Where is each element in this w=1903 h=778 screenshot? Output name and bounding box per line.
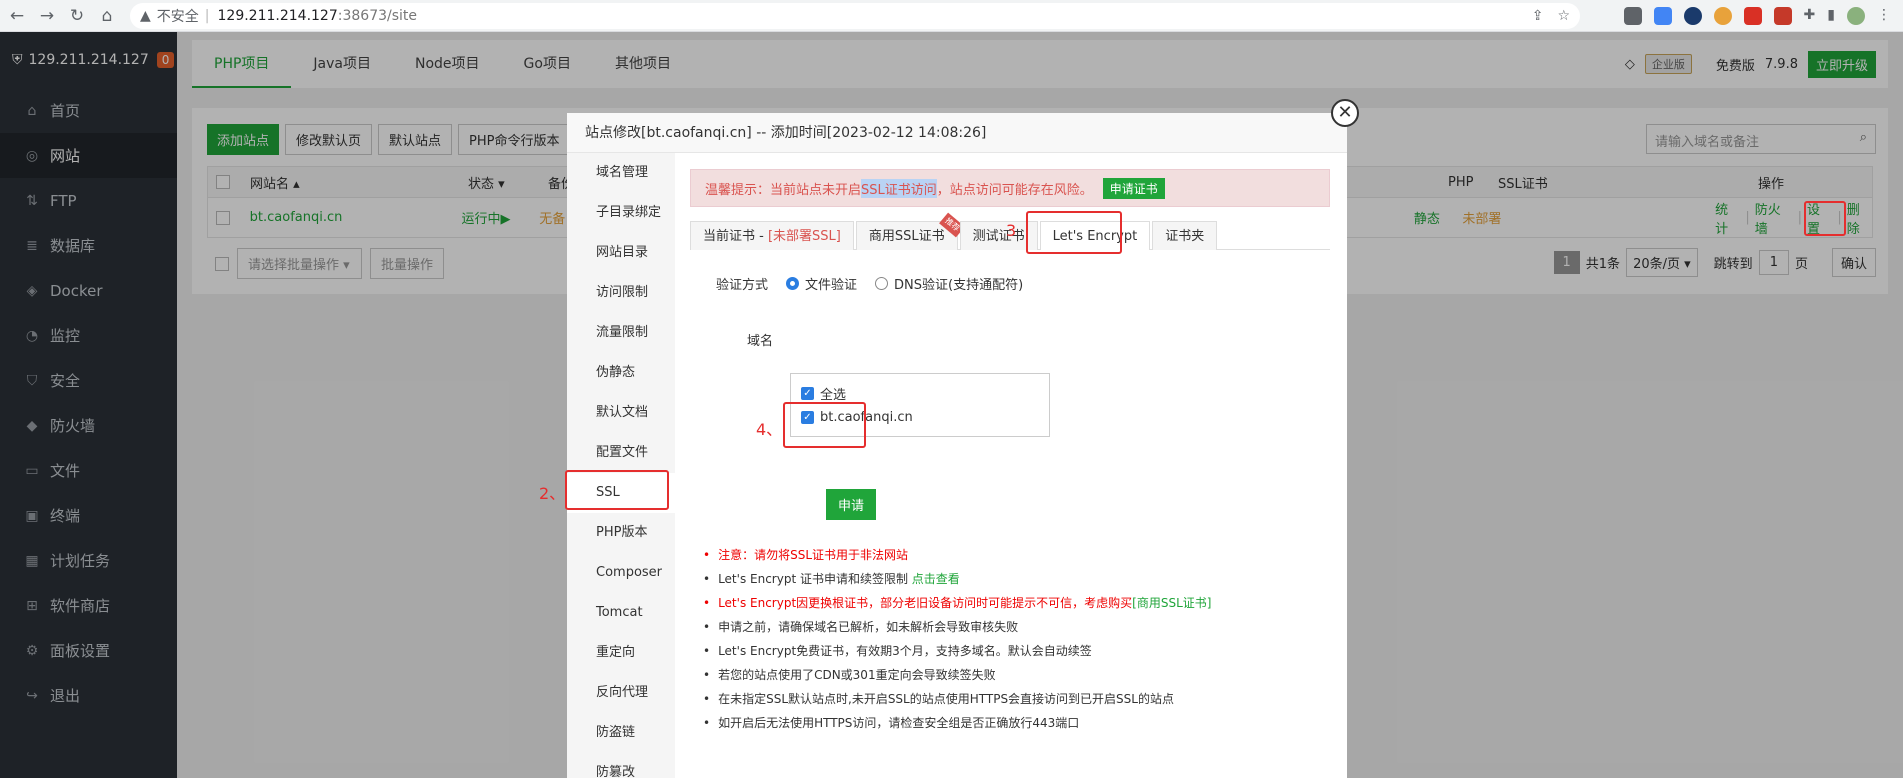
modal-nav-item[interactable]: 访问限制 [567, 273, 675, 313]
modal-nav-item[interactable]: 重定向 [567, 633, 675, 673]
home-browser-icon[interactable]: ⌂ [94, 3, 120, 29]
radio-file-verify[interactable] [786, 277, 799, 290]
divider: | [204, 7, 210, 24]
note-item: 在未指定SSL默认站点时,未开启SSL的站点使用HTTPS会直接访问到已开启SS… [703, 687, 1211, 711]
red-extension-icon[interactable] [1743, 6, 1762, 25]
apply-button[interactable]: 申请 [826, 489, 877, 520]
back-icon[interactable]: ← [4, 3, 30, 29]
dns-verify-label[interactable]: DNS验证(支持通配符) [894, 274, 1023, 293]
modal-nav-item[interactable]: 流量限制 [567, 313, 675, 353]
annotation-step4: 4、 [756, 420, 783, 439]
forward-icon[interactable]: → [34, 3, 60, 29]
url-host: 129.211.214.127 [217, 7, 338, 24]
address-bar[interactable]: ▲ 不安全 | 129.211.214.127 :38673/site ⇪ ☆ [130, 2, 1580, 29]
view-limits-link[interactable]: 点击查看 [912, 572, 960, 586]
sidepanel-icon[interactable]: ▮ [1827, 7, 1835, 25]
notes-list: 注意：请勿将SSL证书用于非法网站 Let's Encrypt 证书申请和续签限… [703, 543, 1211, 735]
modal-nav-item[interactable]: 配置文件 [567, 433, 675, 473]
security-label: 不安全 [156, 8, 199, 25]
tab-cert-folder[interactable]: 证书夹 [1152, 221, 1218, 250]
annotation-step2: 2、 [539, 484, 566, 503]
apply-cert-button[interactable]: 申请证书 [1102, 177, 1165, 199]
cookie-icon[interactable] [1713, 6, 1732, 25]
modal-nav-item[interactable]: Tomcat [567, 593, 675, 633]
note-item: Let's Encrypt因更换根证书，部分老旧设备访问时可能提示不可信，考虑购… [703, 591, 1211, 615]
menu-icon[interactable]: ⋮ [1877, 7, 1891, 25]
alert-text-prefix: 温馨提示：当前站点未开启 [705, 182, 862, 198]
tab-current-cert[interactable]: 当前证书 - [未部署SSL] [690, 221, 854, 250]
note-item: 申请之前，请确保域名已解析，如未解析会导致审核失败 [703, 615, 1211, 639]
note-item: 若您的站点使用了CDN或301重定向会导致续签失败 [703, 663, 1211, 687]
ssl-panel: 温馨提示：当前站点未开启 SSL证书访问 ，站点访问可能存在风险。 申请证书 当前证… [675, 153, 1347, 778]
modal-nav-item[interactable]: 反向代理 [567, 673, 675, 713]
verify-row: 验证方式 文件验证 DNS验证(支持通配符) [716, 274, 1023, 293]
fe-extension-icon[interactable] [1773, 6, 1792, 25]
puzzle-icon[interactable]: ✚ [1804, 7, 1816, 25]
reload-icon[interactable]: ↻ [64, 3, 90, 29]
warning-icon: ▲ [140, 7, 151, 24]
annotation-box-apply [783, 402, 866, 448]
site-edit-modal: 站点修改[bt.caofanqi.cn] -- 添加时间[2023-02-12 … [567, 113, 1347, 778]
buy-ssl-link[interactable]: [商用SSL证书] [1132, 596, 1211, 610]
note-item: 注意：请勿将SSL证书用于非法网站 [703, 543, 1211, 567]
verify-label: 验证方式 [716, 278, 769, 293]
select-all-domain-checkbox[interactable]: ✓ [801, 387, 814, 400]
extension-icon[interactable] [1623, 6, 1642, 25]
check-extension-icon[interactable] [1683, 6, 1702, 25]
radio-dns-verify[interactable] [875, 277, 889, 290]
modal-title: 站点修改[bt.caofanqi.cn] -- 添加时间[2023-02-12 … [567, 113, 1347, 153]
modal-nav-item[interactable]: 子目录绑定 [567, 193, 675, 233]
file-verify-label[interactable]: 文件验证 [805, 274, 857, 293]
annotation-box-letsencrypt [1026, 211, 1122, 254]
modal-nav-item[interactable]: 域名管理 [567, 153, 675, 193]
alert-text-suffix: ，站点访问可能存在风险。 [936, 182, 1093, 198]
modal-nav-item[interactable]: 伪静态 [567, 353, 675, 393]
url-path: :38673/site [337, 7, 418, 24]
modal-nav-item[interactable]: 防盗链 [567, 713, 675, 753]
note-item: 如开启后无法使用HTTPS访问，请检查安全组是否正确放行443端口 [703, 711, 1211, 735]
translate-icon[interactable] [1653, 6, 1672, 25]
browser-toolbar: ← → ↻ ⌂ ▲ 不安全 | 129.211.214.127 :38673/s… [0, 0, 1903, 32]
annotation-step3: 3 [1006, 221, 1017, 240]
modal-nav-item[interactable]: Composer [567, 553, 675, 593]
annotation-box-settings [1804, 201, 1846, 236]
share-icon[interactable]: ⇪ [1532, 8, 1544, 24]
modal-nav-item[interactable]: 默认文档 [567, 393, 675, 433]
modal-nav-item[interactable]: PHP版本 [567, 513, 675, 553]
profile-avatar[interactable] [1847, 6, 1865, 25]
star-icon[interactable]: ☆ [1557, 8, 1570, 24]
note-item: Let's Encrypt免费证书，有效期3个月，支持多域名。默认会自动续签 [703, 639, 1211, 663]
annotation-box-ssl [565, 470, 669, 510]
ssl-warning-alert: 温馨提示：当前站点未开启 SSL证书访问 ，站点访问可能存在风险。 申请证书 [690, 169, 1330, 207]
tab-commercial-ssl[interactable]: 商用SSL证书 推荐 [855, 212, 965, 250]
modal-nav-item[interactable]: 网站目录 [567, 233, 675, 273]
note-item: Let's Encrypt 证书申请和续签限制 点击查看 [703, 567, 1211, 591]
modal-nav: 域名管理 子目录绑定 网站目录 访问限制 流量限制 伪静态 默认文档 配置文件 SSL PHP版本… [567, 153, 675, 778]
modal-nav-item[interactable]: 防篡改 [567, 753, 675, 778]
alert-text-highlight: SSL证书访问 [861, 178, 937, 198]
domain-label: 域名 [747, 334, 774, 349]
select-all-label[interactable]: 全选 [820, 384, 846, 403]
close-icon[interactable]: ✕ [1331, 99, 1359, 127]
